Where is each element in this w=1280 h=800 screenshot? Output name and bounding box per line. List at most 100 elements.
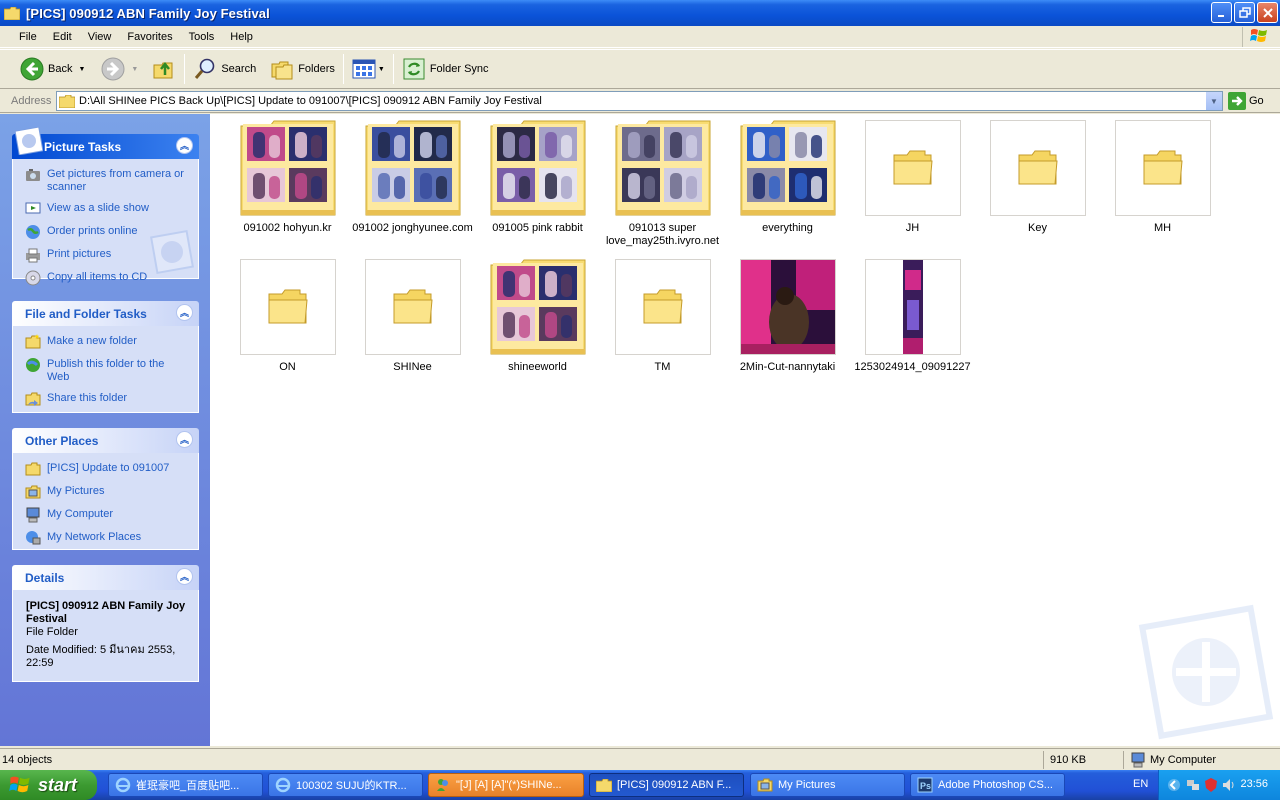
place-update-folder[interactable]: [PICS] Update to 091007 [25,461,188,477]
item-label: SHINee [393,361,432,373]
address-input[interactable]: D:\All SHINee PICS Back Up\[PICS] Update… [56,91,1223,111]
back-arrow-icon [20,57,44,81]
folder-thumbnail-icon [364,120,461,216]
folder-item[interactable]: 091002 hohyun.kr [225,120,350,235]
details-header[interactable]: Details ︽ [12,565,199,590]
menu-help[interactable]: Help [222,27,261,47]
folder-item[interactable]: MH [1100,120,1225,235]
task-pane: Picture Tasks ︽ Get pictures from camera… [0,114,210,746]
folder-item[interactable]: everything [725,120,850,235]
file-list-view[interactable]: 091002 hohyun.kr 091002 jonghyunee.com 0… [210,114,1280,746]
restore-button[interactable] [1234,2,1255,23]
network-tray-icon[interactable] [1185,777,1201,793]
folder-icon [1114,120,1211,216]
folder-item[interactable]: 091013 super love_may25th.ivyro.net [600,120,725,248]
forward-dropdown-icon[interactable]: ▼ [131,66,138,73]
menu-view[interactable]: View [80,27,120,47]
clock[interactable]: 23:56 [1240,778,1268,790]
folder-item[interactable]: JH [850,120,975,235]
taskbar-button-my-pictures[interactable]: My Pictures [750,773,905,797]
picture-tasks-icon [15,127,43,155]
menu-favorites[interactable]: Favorites [119,27,180,47]
go-arrow-icon [1228,92,1246,110]
forward-button[interactable]: ▼ [97,52,142,86]
search-button[interactable]: Search [189,52,260,86]
collapse-chevron-icon[interactable]: ︽ [176,137,193,154]
folder-item[interactable]: shineeworld [475,259,600,374]
start-button[interactable]: start [0,770,97,800]
forward-arrow-icon [101,57,125,81]
menu-edit[interactable]: Edit [45,27,80,47]
folder-icon [59,94,75,108]
item-label: 091013 super love_may25th.ivyro.net [605,222,720,247]
other-places-header[interactable]: Other Places ︽ [12,428,199,453]
folder-item[interactable]: 091005 pink rabbit [475,120,600,235]
camera-icon [26,169,40,181]
item-label: 091002 jonghyunee.com [352,222,473,234]
my-pictures-icon [757,778,773,792]
title-bar[interactable]: [PICS] 090912 ABN Family Joy Festival [0,0,1280,26]
folder-icon [614,259,711,355]
address-dropdown-button[interactable]: ▼ [1205,92,1222,110]
minimize-button[interactable] [1211,2,1232,23]
task-publish-web[interactable]: Publish this folder to the Web [25,357,188,384]
window-title: [PICS] 090912 ABN Family Joy Festival [26,5,270,21]
taskbar-button-ie-2[interactable]: 100302 SUJU的KTR... [268,773,423,797]
image-file-item[interactable]: 1253024914_09091227 [850,259,975,374]
toolbar-separator [392,54,394,84]
place-my-computer[interactable]: My Computer [25,507,188,523]
taskbar-button-ie-1[interactable]: 崔珉豪吧_百度贴吧... [108,773,263,797]
folder-sync-button[interactable]: Folder Sync [398,52,493,86]
collapse-chevron-icon[interactable]: ︽ [176,304,193,321]
menu-tools[interactable]: Tools [181,27,223,47]
item-label: shineeworld [508,361,567,373]
folder-icon [4,6,20,20]
folder-item[interactable]: ON [225,259,350,374]
task-slideshow[interactable]: View as a slide show [25,201,188,217]
picture-tasks-panel: Picture Tasks ︽ Get pictures from camera… [12,127,199,286]
item-label: ON [279,361,296,373]
printer-icon [26,248,40,263]
toolbar: Back ▼ ▼ Search Folders ▼ Folder Sync [0,49,1280,89]
address-bar: Address D:\All SHINee PICS Back Up\[PICS… [0,89,1280,113]
image-file-item[interactable]: 2Min-Cut-nannytaki [725,259,850,374]
internet-explorer-icon [275,777,291,793]
collapse-chevron-icon[interactable]: ︽ [176,568,193,585]
taskbar-button-explorer-active[interactable]: [PICS] 090912 ABN F... [589,773,744,797]
show-hidden-icons-button[interactable] [1167,778,1181,792]
up-folder-button[interactable] [148,52,180,86]
picture-tasks-header[interactable]: Picture Tasks ︽ [12,127,199,159]
address-path: D:\All SHINee PICS Back Up\[PICS] Update… [79,95,542,107]
task-get-pictures[interactable]: Get pictures from camera or scanner [25,167,188,194]
collapse-chevron-icon[interactable]: ︽ [176,431,193,448]
back-dropdown-icon[interactable]: ▼ [78,66,85,73]
taskbar-button-messenger[interactable]: "[J] [A] [A]"(*)SHINe... [428,773,584,797]
folders-button[interactable]: Folders [266,52,339,86]
place-network[interactable]: My Network Places [25,530,188,546]
item-label: JH [905,222,920,234]
folder-item[interactable]: TM [600,259,725,374]
task-new-folder[interactable]: Make a new folder [25,334,188,350]
file-folder-tasks-header[interactable]: File and Folder Tasks ︽ [12,301,199,326]
place-my-pictures[interactable]: My Pictures [25,484,188,500]
share-icon [25,392,41,406]
language-indicator[interactable]: EN [1133,778,1148,790]
go-button[interactable]: Go [1228,92,1264,110]
internet-explorer-icon [115,777,131,793]
publish-icon [26,358,40,372]
details-panel: Details ︽ [PICS] 090912 ABN Family Joy F… [12,565,199,682]
views-dropdown-icon[interactable]: ▼ [378,66,385,73]
volume-tray-icon[interactable] [1221,777,1237,793]
details-type: File Folder [26,626,78,638]
security-tray-icon[interactable] [1203,777,1219,793]
folder-item[interactable]: SHINee [350,259,475,374]
views-button[interactable]: ▼ [348,52,389,86]
menu-file[interactable]: File [11,27,45,47]
folder-item[interactable]: Key [975,120,1100,235]
task-share-folder[interactable]: Share this folder [25,391,188,407]
total-size: 910 KB [1044,750,1124,769]
taskbar-button-photoshop[interactable]: Ps Adobe Photoshop CS... [910,773,1065,797]
folder-item[interactable]: 091002 jonghyunee.com [350,120,475,235]
close-button[interactable] [1257,2,1278,23]
back-button[interactable]: Back ▼ [16,52,89,86]
